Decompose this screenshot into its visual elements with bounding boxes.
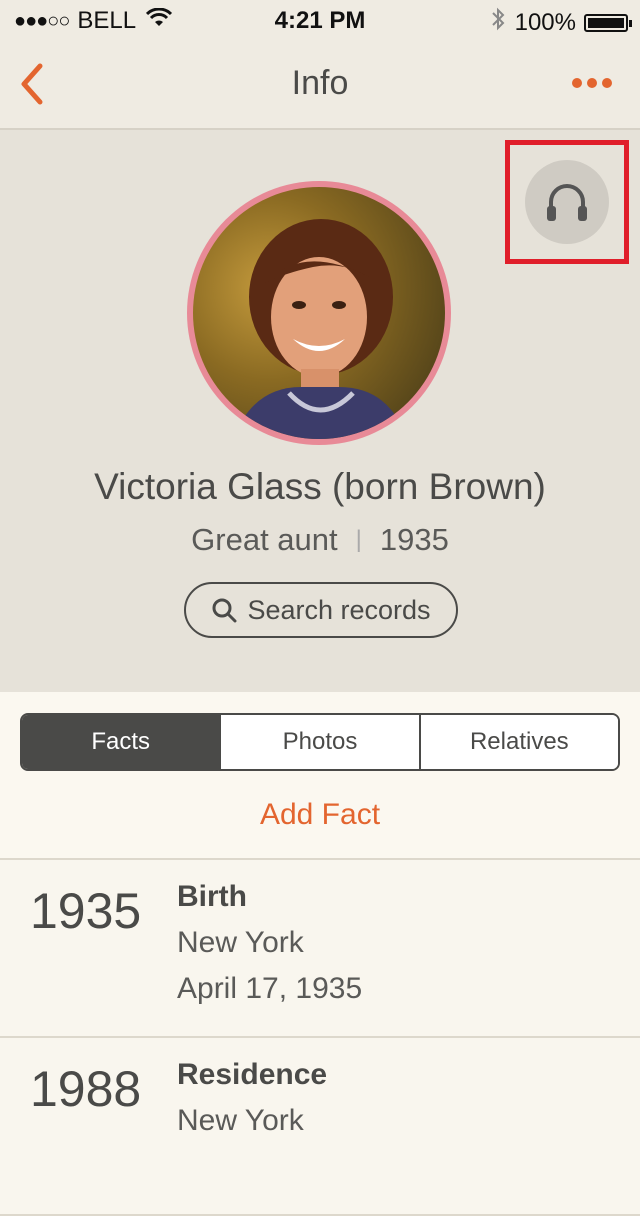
fact-date: April 17, 1935: [177, 972, 363, 1005]
profile-photo: [193, 187, 445, 439]
avatar[interactable]: [187, 181, 451, 445]
fact-type: Residence: [177, 1058, 328, 1091]
tab-facts[interactable]: Facts: [22, 715, 220, 769]
headphones-icon: [547, 184, 587, 221]
add-fact-button[interactable]: Add Fact: [0, 798, 640, 832]
fact-type: Birth: [177, 880, 247, 913]
list-item[interactable]: 1935 Birth New York April 17, 1935: [0, 860, 640, 1038]
relation-label: Great aunt: [191, 522, 338, 557]
tab-relatives[interactable]: Relatives: [418, 715, 618, 769]
battery-percent: 100%: [514, 8, 576, 36]
facts-list: 1935 Birth New York April 17, 1935 1988 …: [0, 858, 640, 1216]
segmented-control: Facts Photos Relatives: [20, 713, 620, 771]
tab-photos[interactable]: Photos: [219, 715, 419, 769]
search-icon: [212, 598, 237, 623]
battery-icon: [584, 13, 632, 32]
status-right: 100%: [491, 7, 632, 38]
status-bar: ●●●○○ BELL 4:21 PM 100%: [0, 0, 640, 40]
person-name: Victoria Glass (born Brown): [94, 466, 546, 507]
bluetooth-icon: [491, 7, 505, 38]
search-records-label: Search records: [247, 594, 431, 625]
meta-divider: |: [355, 526, 362, 553]
search-records-button[interactable]: Search records: [184, 582, 458, 638]
audio-button[interactable]: [525, 160, 609, 244]
person-meta: Great aunt | 1935: [0, 522, 640, 558]
birth-year: 1935: [379, 522, 449, 557]
fact-place: New York: [177, 926, 304, 959]
navigation-bar: Info: [0, 40, 640, 130]
list-item[interactable]: 1988 Residence New York: [0, 1038, 640, 1216]
profile-header: Victoria Glass (born Brown) Great aunt | 1…: [0, 130, 640, 692]
more-button[interactable]: [572, 78, 612, 88]
fact-year: 1935: [30, 883, 142, 939]
page-title: Info: [291, 64, 349, 102]
content-area: Facts Photos Relatives Add Fact 1935 Bir…: [0, 692, 640, 1216]
fact-place: New York: [177, 1104, 304, 1137]
more-dots-icon: [572, 78, 582, 88]
fact-year: 1988: [30, 1061, 142, 1117]
